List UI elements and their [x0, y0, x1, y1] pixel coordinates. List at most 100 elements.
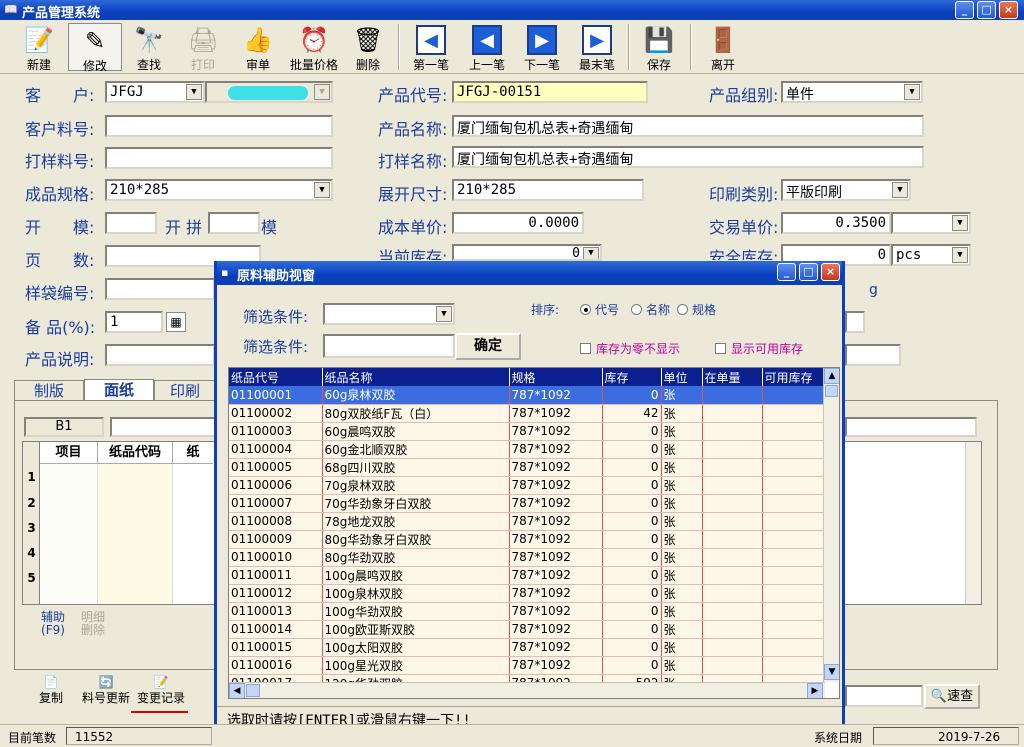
dialog-minimize-button[interactable]: _ — [777, 263, 796, 281]
sort-by-code-radio[interactable]: 代号 — [580, 301, 619, 318]
list-vertical-scrollbar[interactable]: ▲ ▼ — [823, 368, 839, 682]
confirm-button[interactable]: 确定 — [455, 333, 521, 360]
table-row[interactable]: 01100003 60g晨鸣双胶 787*1092 0 张 — [229, 422, 824, 441]
quick-search-button[interactable]: 🔍速查 — [924, 684, 980, 709]
first-record-button[interactable]: ◀ 第一笔 — [404, 23, 458, 72]
tab-print[interactable]: 印刷 — [154, 380, 216, 402]
customer-name-select[interactable]: ▼ — [205, 81, 333, 103]
filter1-select[interactable]: ▼ — [323, 303, 455, 325]
chevron-down-icon[interactable]: ▼ — [583, 247, 599, 259]
table-row[interactable]: 01100010 80g华劲双胶 787*1092 0 张 — [229, 548, 824, 567]
material-list[interactable]: 纸品代号 纸品名称 规格 库存 单位 在单量 可用库存 01100001 60g泉林双胶 787… — [228, 367, 840, 699]
table-row[interactable]: 01100012 100g泉林双胶 787*1092 0 张 — [229, 584, 824, 603]
exit-button[interactable]: 🚪 离开 — [696, 23, 750, 72]
cell-edit-right[interactable] — [845, 417, 977, 437]
show-available-checkbox[interactable]: 显示可用库存 — [715, 340, 803, 357]
table-row[interactable]: 01100001 60g泉林双胶 787*1092 0 张 — [229, 386, 824, 405]
table-row[interactable]: 01100004 60g金北顺双胶 787*1092 0 张 — [229, 440, 824, 459]
table-row[interactable]: 01100008 78g地龙双胶 787*1092 0 张 — [229, 512, 824, 531]
unit-select[interactable]: pcs ▼ — [891, 244, 971, 266]
product-name-field[interactable]: 厦门缅甸包机总表+奇遇缅甸 — [452, 115, 924, 137]
table-row[interactable]: 01100006 70g泉林双胶 787*1092 0 张 — [229, 476, 824, 495]
chevron-down-icon[interactable]: ▼ — [314, 84, 330, 100]
chevron-down-icon[interactable]: ▼ — [892, 182, 908, 198]
list-horizontal-scrollbar[interactable]: ◀ ▶ — [229, 682, 825, 698]
cust-part-field[interactable] — [105, 115, 333, 137]
column-header[interactable]: 库存 — [602, 368, 662, 386]
table-row[interactable]: 01100002 80g双胶纸F瓦（白） 787*1092 42 张 — [229, 404, 824, 423]
quick-search-field[interactable] — [845, 685, 923, 707]
detail-delete-button[interactable]: 明细 删除 — [76, 611, 110, 637]
scroll-right-button[interactable]: ▶ — [807, 683, 823, 698]
column-header[interactable]: 纸品代号 — [229, 368, 323, 386]
product-code-field[interactable]: JFGJ-00151 — [452, 81, 648, 103]
cost-field[interactable]: 0.0000 — [452, 212, 584, 234]
mold-field[interactable] — [105, 212, 157, 234]
spec-select[interactable]: 210*285 ▼ — [105, 179, 333, 201]
column-header[interactable]: 可用库存 — [762, 368, 824, 386]
pin-field[interactable] — [208, 212, 260, 234]
chevron-down-icon[interactable]: ▼ — [952, 247, 968, 263]
product-group-select[interactable]: 单件 ▼ — [781, 81, 923, 103]
copy-button[interactable]: 📄 复制 — [34, 675, 68, 706]
desc-field[interactable] — [105, 344, 215, 366]
print-type-select[interactable]: 平版印刷 ▼ — [781, 179, 911, 201]
scroll-thumb[interactable] — [825, 385, 838, 397]
column-header[interactable]: 纸品名称 — [322, 368, 510, 386]
trade-field[interactable]: 0.3500 — [781, 212, 891, 234]
chevron-down-icon[interactable]: ▼ — [904, 84, 920, 100]
find-button[interactable]: 🔭 查找 — [122, 23, 176, 72]
maximize-button[interactable]: □ — [977, 1, 996, 19]
part-update-button[interactable]: 🔄 料号更新 — [80, 675, 132, 706]
chevron-down-icon[interactable]: ▼ — [952, 215, 968, 231]
table-row[interactable]: 01100013 100g华劲双胶 787*1092 0 张 — [229, 602, 824, 621]
table-row[interactable]: 01100009 80g华劲象牙白双胶 787*1092 0 张 — [229, 530, 824, 549]
column-header[interactable]: 规格 — [509, 368, 603, 386]
review-button[interactable]: 👍 审单 — [231, 23, 285, 72]
filter2-field[interactable] — [323, 334, 455, 358]
stock-field[interactable]: 0 ▼ — [452, 244, 602, 261]
next-record-button[interactable]: ▶ 下一笔 — [515, 23, 569, 72]
new-button[interactable]: 📝 新建 — [12, 23, 66, 72]
scroll-left-button[interactable]: ◀ — [229, 683, 245, 698]
column-header[interactable]: 在单量 — [702, 368, 763, 386]
table-row[interactable]: 01100015 100g太阳双胶 787*1092 0 张 — [229, 638, 824, 657]
hide-zero-checkbox[interactable]: 库存为零不显示 — [580, 340, 680, 357]
batch-price-button[interactable]: ⏰ 批量价格 — [287, 23, 341, 72]
delete-button[interactable]: 🗑 删除 — [341, 23, 395, 72]
bag-no-field[interactable] — [105, 278, 215, 300]
column-header[interactable]: 单位 — [661, 368, 703, 386]
table-row[interactable]: 01100014 100g欧亚斯双胶 787*1092 0 张 — [229, 620, 824, 639]
spare-field[interactable]: 1 — [105, 311, 163, 333]
print-button[interactable]: 🖨 打印 — [176, 23, 230, 72]
dialog-close-button[interactable]: × — [821, 263, 840, 281]
currency-select[interactable]: ▼ — [891, 212, 971, 234]
chevron-down-icon[interactable]: ▼ — [314, 182, 330, 198]
calculator-icon[interactable]: ▦ — [166, 312, 186, 332]
save-button[interactable]: 💾 保存 — [632, 23, 686, 72]
customer-select[interactable]: JFGJ ▼ — [105, 81, 205, 103]
change-log-button[interactable]: 📝 变更记录 — [134, 675, 188, 706]
sort-by-name-radio[interactable]: 名称 — [631, 301, 670, 318]
assist-button[interactable]: 辅助 (F9) — [36, 611, 70, 637]
table-row[interactable]: 01100005 68g四川双胶 787*1092 0 张 — [229, 458, 824, 477]
close-button[interactable]: × — [999, 1, 1018, 19]
right-field-2[interactable] — [845, 344, 901, 366]
sort-by-spec-radio[interactable]: 规格 — [677, 301, 716, 318]
minimize-button[interactable]: _ — [955, 1, 974, 19]
hscroll-thumb[interactable] — [246, 684, 260, 697]
prev-record-button[interactable]: ◀ 上一笔 — [460, 23, 514, 72]
scroll-up-button[interactable]: ▲ — [824, 368, 839, 384]
grid-scrollbar[interactable] — [965, 442, 981, 604]
chevron-down-icon[interactable]: ▼ — [186, 84, 202, 100]
last-record-button[interactable]: ▶ 最末笔 — [570, 23, 624, 72]
material-table[interactable]: 纸品代号 纸品名称 规格 库存 单位 在单量 可用库存 01100001 60g泉林双胶 787… — [229, 368, 824, 693]
table-row[interactable]: 01100011 100g晨鸣双胶 787*1092 0 张 — [229, 566, 824, 585]
dialog-maximize-button[interactable]: □ — [799, 263, 818, 281]
table-row[interactable]: 01100016 100g星光双胶 787*1092 0 张 — [229, 656, 824, 675]
table-row[interactable]: 01100007 70g华劲象牙白双胶 787*1092 0 张 — [229, 494, 824, 513]
sample-name-field[interactable]: 厦门缅甸包机总表+奇遇缅甸 — [452, 146, 924, 168]
tab-plate[interactable]: 制版 — [14, 380, 84, 402]
chevron-down-icon[interactable]: ▼ — [436, 306, 452, 322]
right-field-1[interactable] — [845, 311, 865, 333]
